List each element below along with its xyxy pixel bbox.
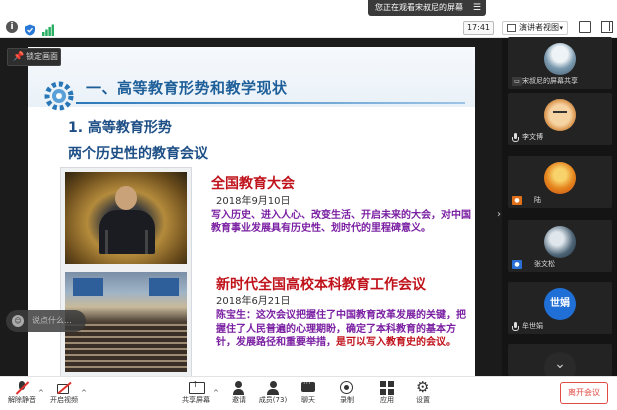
participant-sidebar: ▭ 宋叔尼的屏幕共享 李文博 ● 陆 ● 张文松 世娟 牟世娟: [502, 37, 617, 384]
avatar: 世娟: [544, 288, 576, 320]
camera-off-icon: [57, 381, 71, 395]
participant-name: 宋叔尼的屏幕共享: [522, 77, 578, 85]
participant-tile[interactable]: ● 张文松: [508, 220, 612, 272]
photo-card: [60, 167, 192, 376]
share-banner[interactable]: 您正在观看宋叔尼的屏幕 ☰: [368, 0, 486, 16]
start-video-button[interactable]: 开启视频: [44, 380, 84, 410]
apps-label: 应用: [380, 396, 394, 404]
avatar: [544, 226, 576, 258]
person-icon: ●: [512, 260, 522, 269]
title-divider: [76, 102, 465, 104]
chevron-down-icon: ▾: [559, 24, 563, 32]
share-banner-text: 您正在观看宋叔尼的屏幕: [375, 3, 463, 12]
chat-label: 聊天: [301, 396, 315, 404]
participant-name: 牟世娟: [522, 322, 543, 330]
share-screen-icon: [189, 380, 205, 395]
view-mode-select[interactable]: 演讲者视图 ▾: [502, 21, 568, 35]
chevron-up-icon[interactable]: ^: [81, 389, 87, 397]
person-icon: ●: [512, 196, 522, 205]
lock-view-button[interactable]: 📌 锁定画面: [7, 48, 61, 66]
participant-name: 陆: [534, 196, 541, 204]
participant-tile[interactable]: 李文博: [508, 93, 612, 145]
settings-icon: [416, 378, 430, 396]
bottom-toolbar: 解除静音 ^ 开启视频 ^ 共享屏幕 ^ 邀请 成员(73) 聊天 录制 应用 …: [0, 376, 617, 410]
slide-subtitle-2: 两个历史性的教育会议: [68, 146, 208, 162]
event2-description-highlight: 是可以写入教育史的会议。: [336, 337, 456, 348]
event2-date: 2018年6月21日: [216, 296, 291, 307]
chat-button[interactable]: 聊天: [288, 379, 328, 410]
participant-name: 李文博: [522, 133, 543, 141]
mic-icon: [512, 322, 519, 331]
chat-input-float[interactable]: ☺ 说点什么...: [6, 310, 86, 332]
members-label: 成员(73): [258, 396, 288, 404]
chevron-up-icon[interactable]: ^: [38, 389, 44, 397]
sidebar-toggle-icon[interactable]: [601, 21, 613, 33]
avatar: [544, 43, 576, 75]
signal-icon[interactable]: [42, 21, 54, 36]
apps-button[interactable]: 应用: [367, 380, 407, 410]
chevron-right-icon[interactable]: ›: [494, 205, 504, 225]
unmute-button[interactable]: 解除静音: [2, 380, 42, 410]
participant-tile[interactable]: ▭ 宋叔尼的屏幕共享: [508, 37, 612, 89]
settings-button[interactable]: 设置: [403, 378, 443, 410]
event2-title: 新时代全国高校本科教育工作会议: [216, 277, 426, 293]
top-toolbar: 您正在观看宋叔尼的屏幕 ☰ i 17:41 演讲者视图 ▾: [0, 0, 617, 38]
invite-icon: [232, 381, 246, 395]
record-icon: [340, 381, 354, 395]
slide-section-title: 一、高等教育形势和教学现状: [86, 79, 288, 97]
members-button[interactable]: 成员(73): [253, 380, 293, 410]
view-mode-label: 演讲者视图: [519, 23, 559, 32]
shield-icon[interactable]: [24, 21, 36, 36]
screen-share-icon: ▭: [512, 77, 522, 86]
menu-icon[interactable]: ☰: [473, 0, 481, 16]
participant-tile[interactable]: ● 陆: [508, 156, 612, 208]
pin-icon: 📌: [13, 52, 25, 62]
event2-description: 陈宝生：这次会议把握住了中国教育改革发展的关键，把握住了人民普遍的心理期盼，确定…: [216, 309, 470, 350]
start-video-label: 开启视频: [50, 396, 78, 404]
record-button[interactable]: 录制: [327, 380, 367, 410]
presentation-slide: 一、高等教育形势和教学现状 1. 高等教育形势 两个历史性的教育会议 全国教育大…: [28, 47, 475, 376]
info-icon[interactable]: i: [6, 21, 18, 33]
participant-name: 张文松: [534, 260, 555, 268]
participant-tile[interactable]: 世娟 牟世娟: [508, 282, 612, 334]
mic-icon: [512, 133, 519, 142]
grid-icon: [507, 24, 516, 32]
chat-input-placeholder: 说点什么...: [32, 316, 72, 325]
mic-muted-icon: [15, 381, 29, 395]
participant-tile[interactable]: [508, 344, 612, 384]
gear-icon: [44, 81, 74, 111]
event1-date: 2018年9月10日: [216, 196, 291, 207]
meeting-clock: 17:41: [463, 21, 494, 35]
share-screen-label: 共享屏幕: [182, 396, 210, 404]
slide-subtitle-1: 1. 高等教育形势: [68, 120, 172, 136]
unmute-label: 解除静音: [8, 396, 36, 404]
event1-description: 写入历史、进入人心、改变生活、开启未来的大会，对中国教育事业发展具有历史性、划时…: [211, 210, 471, 234]
apps-icon: [380, 381, 394, 395]
speaker-photo: [65, 172, 187, 264]
record-label: 录制: [340, 396, 354, 404]
lock-view-label: 锁定画面: [26, 52, 58, 61]
fullscreen-icon[interactable]: [579, 21, 591, 33]
chevron-up-icon[interactable]: ^: [213, 389, 219, 397]
event1-title: 全国教育大会: [211, 176, 295, 192]
chat-icon: [301, 379, 315, 395]
share-screen-button[interactable]: 共享屏幕: [176, 380, 216, 410]
leave-meeting-button[interactable]: 离开会议: [560, 382, 608, 404]
members-icon: [266, 381, 280, 395]
avatar: [544, 99, 576, 131]
avatar: [544, 162, 576, 194]
chat-bubble-icon: ☺: [12, 315, 24, 327]
settings-label: 设置: [416, 396, 430, 404]
